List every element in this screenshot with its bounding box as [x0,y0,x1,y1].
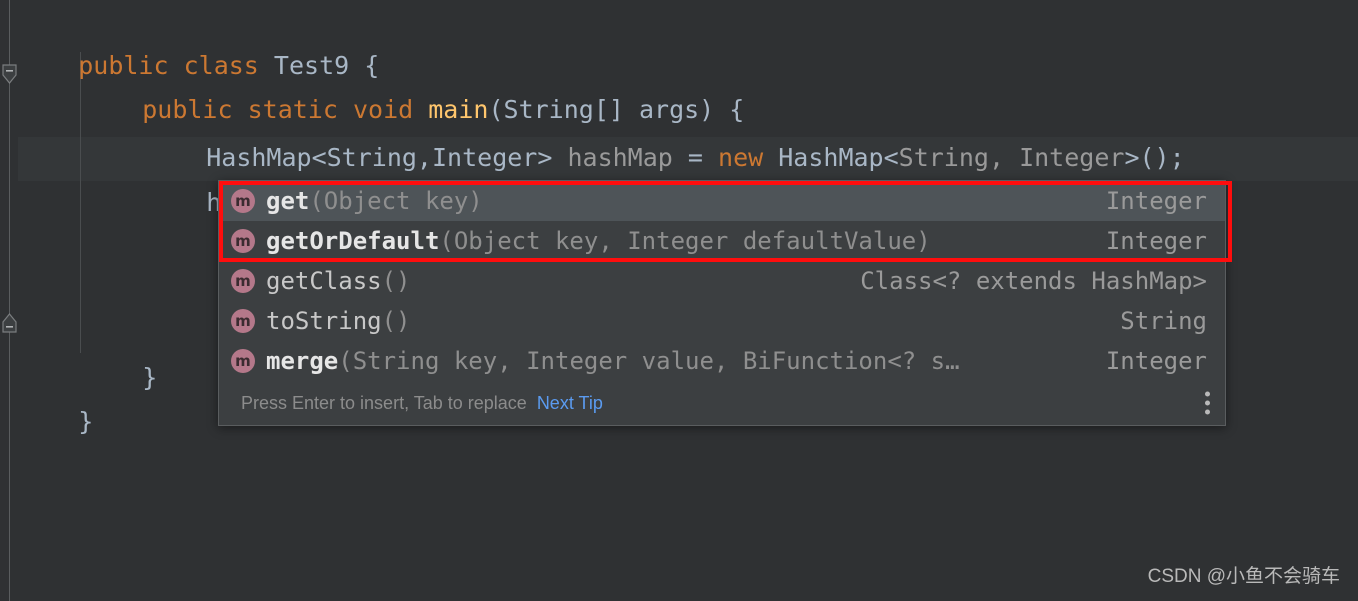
code-line-4[interactable]: hashMap.g [18,137,1358,217]
token-closing-brace: } [78,407,94,436]
completion-item-params: (Object key, Integer defaultValue) [439,227,931,255]
completion-item-signature: toString() [266,307,1096,335]
fold-expand-icon-bottom[interactable] [1,312,18,333]
code-line-3[interactable]: HashMap<String,Integer> hashMap = new Ha… [18,92,1358,172]
completion-item-return-type: Integer [1105,227,1207,255]
completion-item-merge[interactable]: m merge(String key, Integer value, BiFun… [219,341,1225,381]
completion-item-return-type: Integer [1105,187,1207,215]
method-icon: m [231,189,255,213]
completion-item-name: merge [266,347,339,375]
completion-item-return-type: Integer [1105,347,1207,375]
completion-item-signature: merge(String key, Integer value, BiFunct… [266,347,1082,375]
completion-item-get[interactable]: m get(Object key) Integer [219,181,1225,221]
watermark-label: CSDN @小鱼不会骑车 [1147,566,1340,587]
completion-item-params: (Object key) [309,187,483,215]
completion-item-return-type: String [1120,307,1207,335]
completion-item-params: () [381,307,411,335]
kebab-menu-icon[interactable] [1205,391,1210,415]
completion-item-params: (String key, Integer value, BiFunction<?… [338,347,960,375]
completion-item-name: get [266,187,310,215]
completion-item-return-type: Class<? extends HashMap> [860,267,1207,295]
completion-item-list[interactable]: m get(Object key) Integer m getOrDefault… [219,181,1225,381]
code-line-2[interactable]: public static void main(String[] args) { [18,44,1358,124]
completion-item-getClass[interactable]: m getClass() Class<? extends HashMap> [219,261,1225,301]
completion-item-name: getOrDefault [266,227,440,255]
method-icon: m [231,349,255,373]
code-line-1[interactable]: public class Test9 { [18,0,1358,80]
completion-item-name: getClass [266,267,382,295]
completion-item-name: toString [266,307,382,335]
editor-gutter[interactable] [0,0,18,601]
method-icon: m [231,229,255,253]
method-icon: m [231,269,255,293]
gutter-vertical-line [9,0,10,601]
completion-item-toString[interactable]: m toString() String [219,301,1225,341]
fold-collapse-icon-top[interactable] [1,64,18,84]
completion-hint-text: Press Enter to insert, Tab to replace [241,392,527,413]
code-completion-popup[interactable]: m get(Object key) Integer m getOrDefault… [218,180,1226,426]
completion-item-signature: getOrDefault(Object key, Integer default… [266,227,1082,255]
method-icon: m [231,309,255,333]
completion-hint-bar: Press Enter to insert, Tab to replace Ne… [219,381,1225,425]
next-tip-link[interactable]: Next Tip [537,393,603,414]
completion-item-signature: getClass() [266,267,836,295]
completion-item-signature: get(Object key) [266,187,1082,215]
code-editor[interactable]: public class Test9 { public static void … [0,0,1358,601]
completion-item-getOrDefault[interactable]: m getOrDefault(Object key, Integer defau… [219,221,1225,261]
completion-item-params: () [381,267,411,295]
